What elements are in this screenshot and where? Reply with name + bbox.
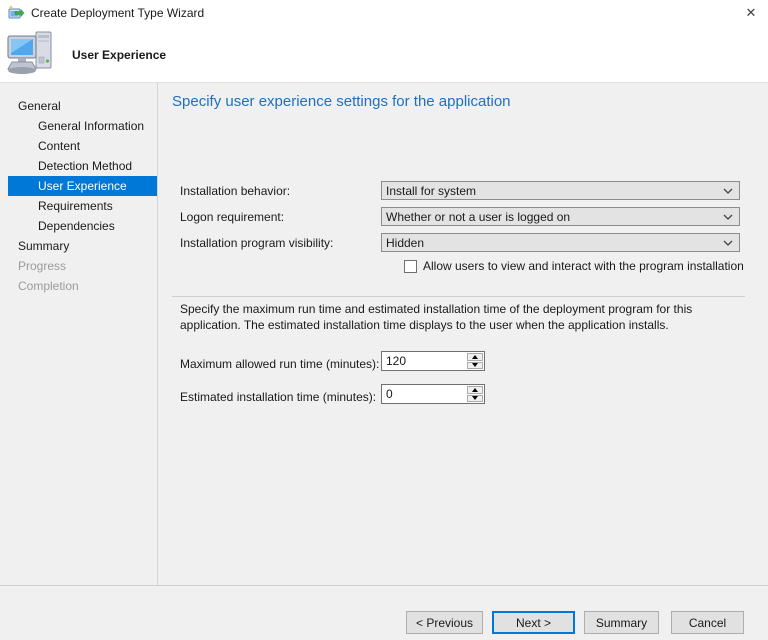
sidebar: General General Information Content Dete… [0, 83, 158, 585]
spinner-up-button[interactable] [467, 386, 483, 394]
wizard-body: General General Information Content Dete… [0, 83, 768, 585]
window-title: Create Deployment Type Wizard [31, 6, 204, 20]
sidebar-item-general[interactable]: General [0, 96, 157, 116]
allow-users-checkbox-label: Allow users to view and interact with th… [423, 259, 744, 273]
logon-requirement-label: Logon requirement: [180, 210, 284, 224]
sidebar-item-detection-method[interactable]: Detection Method [0, 156, 157, 176]
chevron-down-icon [717, 214, 739, 220]
spinner-buttons [467, 352, 484, 370]
installation-program-visibility-value: Hidden [386, 236, 717, 250]
logon-requirement-dropdown[interactable]: Whether or not a user is logged on [381, 207, 740, 226]
sidebar-item-summary[interactable]: Summary [0, 236, 157, 256]
installation-program-visibility-label: Installation program visibility: [180, 236, 333, 250]
sidebar-item-progress: Progress [0, 256, 157, 276]
max-run-time-spinner[interactable]: 120 [381, 351, 485, 371]
installation-program-visibility-dropdown[interactable]: Hidden [381, 233, 740, 252]
max-run-time-value: 120 [382, 352, 467, 370]
installation-behavior-value: Install for system [386, 184, 717, 198]
max-run-time-label: Maximum allowed run time (minutes): [180, 357, 379, 371]
logon-requirement-value: Whether or not a user is logged on [386, 210, 717, 224]
main-panel: Specify user experience settings for the… [158, 83, 768, 585]
installation-behavior-dropdown[interactable]: Install for system [381, 181, 740, 200]
summary-button[interactable]: Summary [584, 611, 659, 634]
sidebar-item-user-experience[interactable]: User Experience [8, 176, 157, 196]
cancel-button[interactable]: Cancel [671, 611, 744, 634]
spinner-down-button[interactable] [467, 395, 483, 403]
runtime-note: Specify the maximum run time and estimat… [180, 302, 752, 334]
next-button[interactable]: Next > [492, 611, 575, 634]
section-divider [172, 296, 745, 297]
estimated-time-value: 0 [382, 385, 467, 403]
page-title: Specify user experience settings for the… [172, 93, 511, 110]
sidebar-item-general-information[interactable]: General Information [0, 116, 157, 136]
close-icon: ✕ [746, 5, 757, 21]
previous-button[interactable]: < Previous [406, 611, 483, 634]
triangle-up-icon [472, 388, 478, 392]
header-title: User Experience [72, 48, 166, 62]
close-button[interactable]: ✕ [734, 0, 768, 26]
window-titlebar: Create Deployment Type Wizard ✕ [0, 0, 768, 26]
sidebar-item-completion: Completion [0, 276, 157, 296]
sidebar-item-content[interactable]: Content [0, 136, 157, 156]
triangle-down-icon [472, 363, 478, 367]
computer-icon [6, 27, 62, 81]
installation-behavior-label: Installation behavior: [180, 184, 290, 198]
wizard-window: Create Deployment Type Wizard ✕ User Exp… [0, 0, 768, 640]
estimated-time-spinner[interactable]: 0 [381, 384, 485, 404]
chevron-down-icon [717, 188, 739, 194]
spinner-up-button[interactable] [467, 353, 483, 361]
triangle-up-icon [472, 355, 478, 359]
wizard-app-icon [8, 5, 24, 21]
chevron-down-icon [717, 240, 739, 246]
sidebar-item-dependencies[interactable]: Dependencies [0, 216, 157, 236]
triangle-down-icon [472, 396, 478, 400]
allow-users-checkbox-row: Allow users to view and interact with th… [404, 259, 744, 273]
spinner-down-button[interactable] [467, 362, 483, 370]
spinner-buttons [467, 385, 484, 403]
allow-users-checkbox[interactable] [404, 260, 417, 273]
estimated-time-label: Estimated installation time (minutes): [180, 390, 376, 404]
wizard-header: User Experience [0, 26, 768, 83]
sidebar-item-requirements[interactable]: Requirements [0, 196, 157, 216]
wizard-footer: < Previous Next > Summary Cancel [0, 585, 768, 640]
